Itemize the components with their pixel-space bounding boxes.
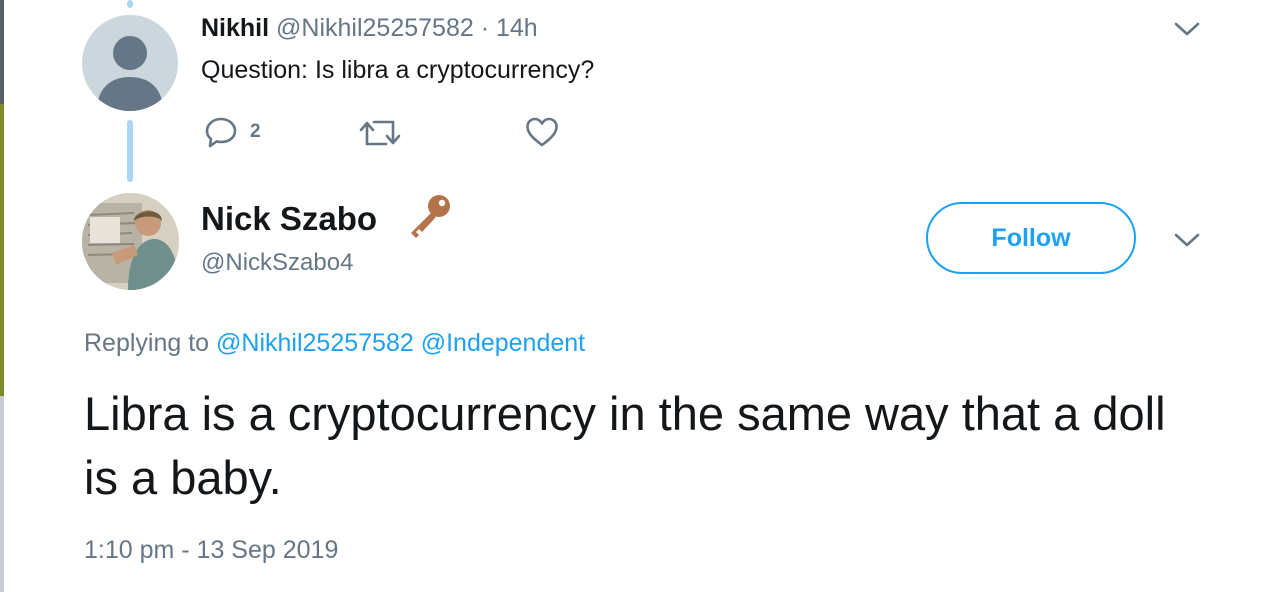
reply-button[interactable]: 2 [204,116,261,148]
reply-icon [205,117,237,148]
chevron-down-icon [1174,22,1200,36]
tweet-header: Nikhil @Nikhil25257582 · 14h [201,14,538,43]
follow-button[interactable]: Follow [926,202,1136,274]
replying-to: Replying to @Nikhil25257582 @Independent [84,329,585,358]
retweet-button[interactable] [358,118,402,148]
thread-connector-line [127,0,133,8]
chevron-down-icon [1174,233,1200,247]
default-avatar-silhouette [97,36,163,111]
retweet-icon [359,120,401,146]
reply-count: 2 [250,121,261,142]
mention-link[interactable]: @Nikhil25257582 [216,329,414,357]
avatar[interactable] [82,15,178,111]
heart-icon [526,117,558,147]
tweet-menu-button[interactable] [1174,231,1200,254]
mention-link[interactable]: @Independent [421,329,585,357]
thread-connector-line [127,120,133,182]
profile-photo [82,193,179,290]
window-edge [0,0,4,104]
tweet-text: Question: Is libra a cryptocurrency? [201,56,595,84]
tweet-time[interactable]: 14h [496,14,538,42]
user-handle[interactable]: @NickSzabo4 [201,249,353,277]
like-button[interactable] [525,116,559,148]
tweet-timestamp[interactable]: 1:10 pm - 13 Sep 2019 [84,536,338,565]
display-name[interactable]: Nikhil [201,14,269,42]
window-edge [0,396,4,592]
tweet-thread-view: Nikhil @Nikhil25257582 · 14h Question: I… [0,0,1270,592]
tweet-menu-button[interactable] [1174,20,1200,43]
replying-prefix: Replying to [84,329,210,357]
display-name[interactable]: Nick Szabo [201,200,377,238]
key-icon [403,191,455,248]
separator-dot: · [480,14,490,42]
avatar[interactable] [82,193,179,290]
window-edge [0,104,4,396]
tweet-text: Libra is a cryptocurrency in the same wa… [84,387,1166,504]
user-handle[interactable]: @Nikhil25257582 [276,14,474,42]
